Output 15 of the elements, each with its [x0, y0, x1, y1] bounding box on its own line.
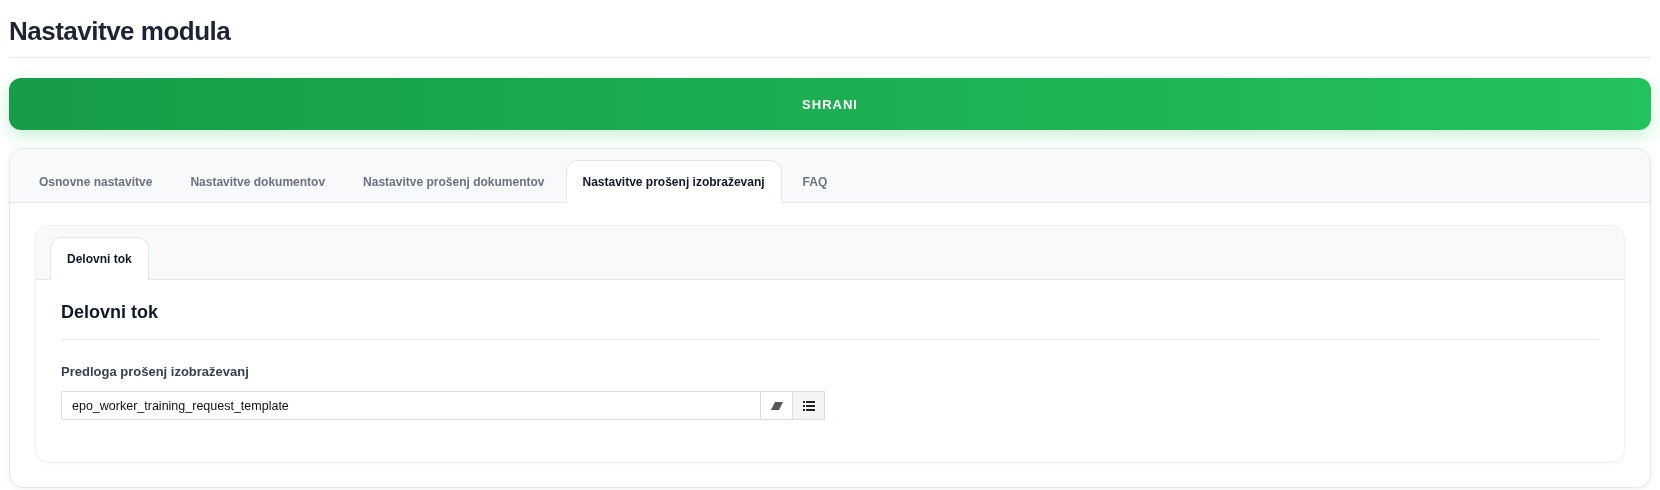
tab[interactable]: Osnovne nastavitve — [22, 160, 170, 203]
eraser-icon — [770, 401, 783, 410]
input-field[interactable]: epo_worker_training_request_template — [61, 391, 761, 420]
tab[interactable]: Nastavitve prošenj dokumentov — [346, 160, 562, 203]
section-title: Delovni tok — [61, 302, 1599, 340]
tab[interactable]: Delovni tok — [50, 237, 149, 280]
tab[interactable]: Nastavitve prošenj izobraževanj — [565, 160, 782, 203]
tab[interactable]: FAQ — [785, 160, 845, 203]
field-label: Predloga prošenj izobraževanj — [61, 364, 250, 379]
list-button[interactable] — [793, 391, 825, 420]
list-icon — [802, 400, 815, 411]
page-title: Nastavitve modula — [9, 10, 1651, 58]
tab[interactable]: Nastavitve dokumentov — [173, 160, 343, 203]
save-button[interactable]: SHRANI — [9, 78, 1651, 130]
eraser-button[interactable] — [761, 391, 793, 420]
